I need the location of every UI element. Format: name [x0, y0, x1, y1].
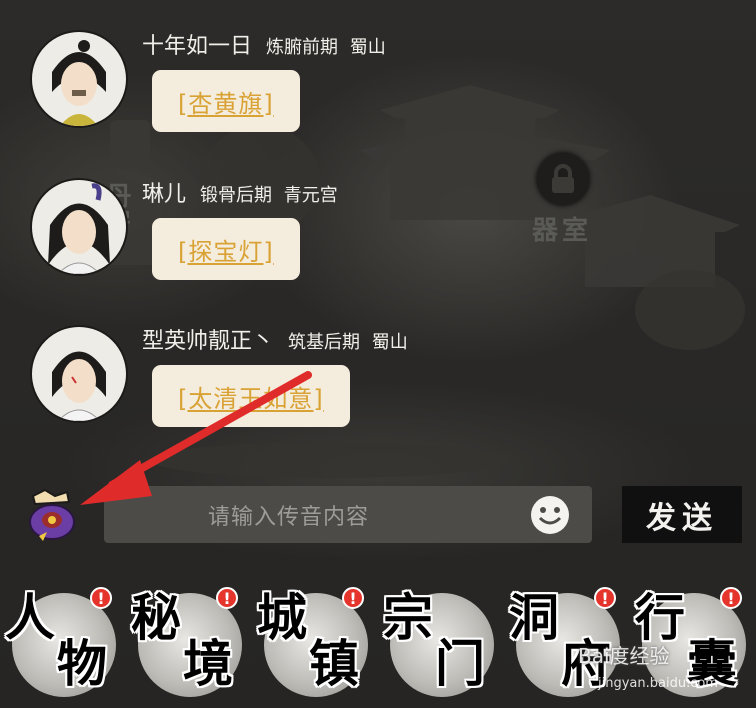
alert-badge: !	[90, 587, 112, 609]
nav-label-char1: 行	[635, 588, 685, 647]
nav-sect[interactable]: 宗 门	[378, 585, 504, 708]
nav-secret-realm[interactable]: ! 秘 境	[126, 585, 252, 708]
nav-label-char1: 宗	[383, 588, 433, 647]
nav-label-char2: 境	[183, 634, 233, 693]
nav-label-char2: 物	[57, 634, 107, 693]
alert-badge: !	[720, 587, 742, 609]
alert-badge: !	[594, 587, 616, 609]
nav-label-char1: 城	[257, 588, 307, 647]
nav-label-char2: 门	[435, 634, 485, 693]
nav-label-char2: 镇	[309, 634, 359, 693]
nav-character[interactable]: ! 人 物	[0, 585, 126, 708]
nav-label-char1: 人	[5, 588, 55, 647]
nav-label-char1: 秘	[131, 588, 181, 647]
nav-town[interactable]: ! 城 镇	[252, 585, 378, 708]
watermark-brand: Bai度经验	[578, 644, 670, 668]
alert-badge: !	[216, 587, 238, 609]
watermark-url: jingyan.baidu.com	[598, 676, 718, 691]
nav-label-char1: 洞	[509, 588, 559, 647]
alert-badge: !	[342, 587, 364, 609]
